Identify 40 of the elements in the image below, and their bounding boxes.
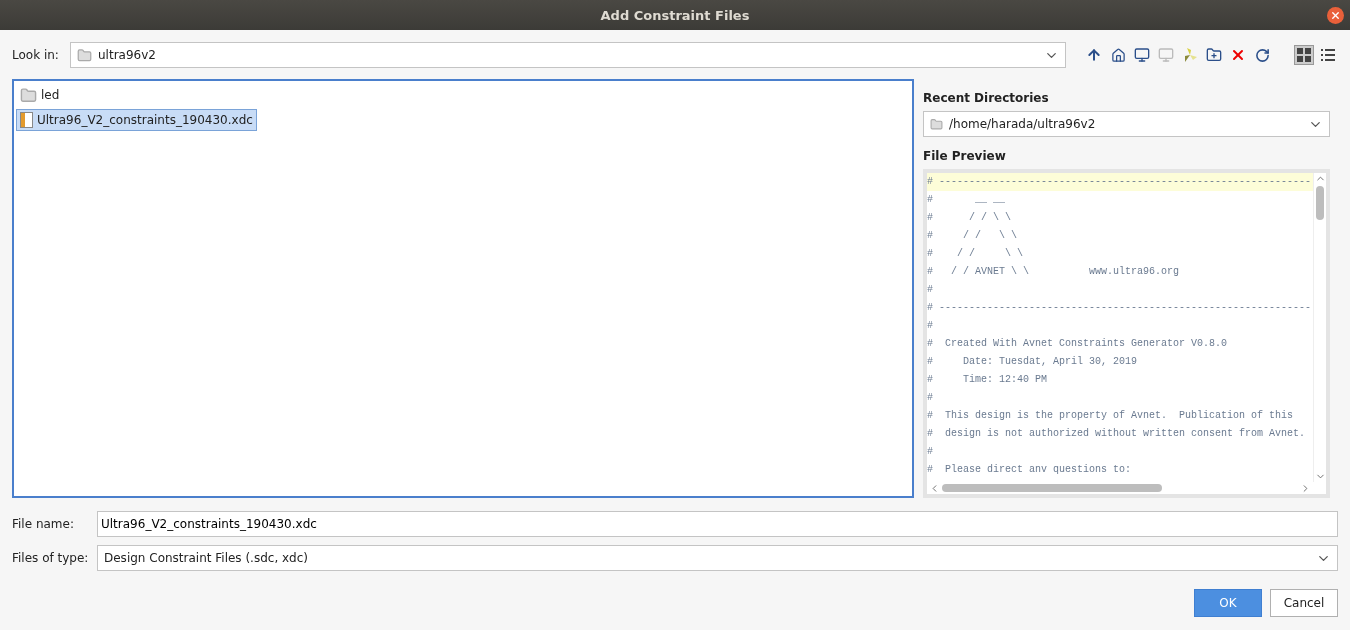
code-line: # / / \ \ [927, 229, 1018, 243]
code-line: # [927, 319, 934, 333]
scrollbar-thumb[interactable] [942, 484, 1162, 492]
close-icon [1330, 10, 1341, 21]
folder-icon [77, 47, 92, 63]
window-title: Add Constraint Files [600, 7, 750, 23]
folder-icon [930, 117, 943, 131]
code-line: # Please direct anv questions to: [927, 463, 1133, 477]
files-of-type-label: Files of type: [12, 551, 90, 565]
file-name-label: File name: [12, 517, 75, 531]
document-icon [20, 112, 33, 128]
recent-directories-label: Recent Directories [923, 91, 1050, 105]
code-line: # design is not authorized without written consent from Avnet. [927, 427, 1307, 441]
code-line: # / / \ \ [927, 211, 1012, 225]
file-name-field[interactable]: Ultra96_V2_constraints_190430.xdc [97, 511, 1338, 537]
look-in-dropdown[interactable]: ultra96v2 [70, 42, 1066, 68]
folder-icon [20, 86, 37, 104]
code-line: # -------------------------------------------------------------- [927, 301, 1313, 315]
scrollbar-thumb[interactable] [1316, 186, 1324, 220]
code-line: # This design is the property of Avnet. Publication of this [927, 409, 1295, 423]
grid-view-icon[interactable] [1294, 45, 1314, 65]
monitor-icon[interactable] [1132, 45, 1152, 65]
code-line: # __ __ [927, 193, 1006, 207]
code-line: # / / AVNET \ \ www.ultra96.org [927, 265, 1181, 279]
code-line: # [927, 445, 934, 459]
files-of-type-dropdown[interactable]: Design Constraint Files (.sdc, xdc) [97, 545, 1338, 571]
cancel-button[interactable]: Cancel [1270, 589, 1338, 617]
close-button[interactable] [1327, 7, 1344, 24]
look-in-label: Look in: [12, 48, 60, 62]
code-line: # Date: Tuesdat, April 30, 2019 [927, 355, 1139, 369]
file-list-item[interactable]: Ultra96_V2_constraints_190430.xdc [16, 109, 257, 131]
file-preview-label: File Preview [923, 149, 1007, 163]
code-line: # [927, 283, 934, 297]
recent-directories-dropdown[interactable]: /home/harada/ultra96v2 [923, 111, 1330, 137]
code-line: # Created With Avnet Constraints Generator V0.8.0 [927, 337, 1229, 351]
vertical-scrollbar[interactable] [1313, 173, 1326, 482]
file-list-item[interactable]: led [16, 84, 64, 106]
code-line: # [927, 391, 934, 405]
code-line: # Time: 12:40 PM [927, 373, 1049, 387]
code-line: # / / \ \ [927, 247, 1024, 261]
